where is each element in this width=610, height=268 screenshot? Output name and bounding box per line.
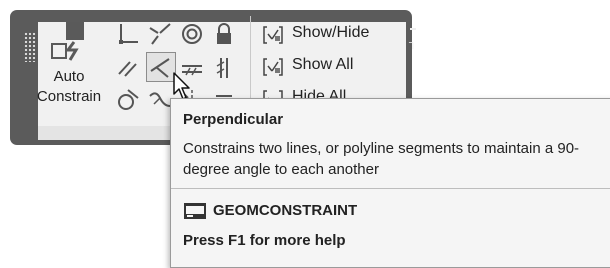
tangent-button[interactable] (114, 86, 142, 114)
show-all-icon (263, 58, 283, 76)
parallel-icon (118, 61, 137, 77)
perpendicular-tooltip: Perpendicular Constrains two lines, or p… (170, 98, 610, 268)
collinear-icon (149, 23, 171, 45)
vertical-button[interactable] (210, 54, 238, 82)
tooltip-divider (171, 188, 610, 189)
auto-constrain-button[interactable]: Auto Constrain (30, 20, 108, 118)
show-hide-icon (263, 26, 283, 44)
command-line-icon (184, 203, 206, 219)
coincident-icon (119, 24, 138, 44)
coincident-button[interactable] (114, 20, 142, 48)
concentric-button[interactable] (178, 20, 206, 48)
concentric-icon (182, 24, 202, 44)
auto-constrain-icon (51, 22, 84, 61)
auto-constrain-label-line1: Auto (53, 68, 85, 85)
return-to-ribbon-icon: ┐ (409, 37, 417, 49)
tooltip-command-name: GEOMCONSTRAINT (213, 202, 358, 219)
lock-icon (217, 23, 231, 44)
perpendicular-icon (150, 58, 170, 78)
tooltip-help-hint: Press F1 for more help (183, 232, 346, 249)
panel-separator (250, 16, 251, 108)
tooltip-description-line2: degree angle to each another (183, 161, 379, 178)
parallel-button[interactable] (114, 54, 142, 82)
tooltip-description-line1: Constrains two lines, or polyline segmen… (183, 140, 580, 157)
vertical-icon (216, 58, 228, 78)
tangent-icon (118, 89, 139, 110)
pin-bar-icon (410, 28, 416, 30)
show-hide-label: Show/Hide (292, 24, 370, 41)
panel-pin-button[interactable]: ┐ (406, 28, 420, 54)
auto-constrain-label-line2: Constrain (36, 88, 102, 105)
collinear-button[interactable] (146, 20, 174, 48)
tooltip-title: Perpendicular (183, 111, 284, 128)
show-all-label: Show All (292, 56, 354, 73)
fix-button[interactable] (210, 20, 238, 48)
